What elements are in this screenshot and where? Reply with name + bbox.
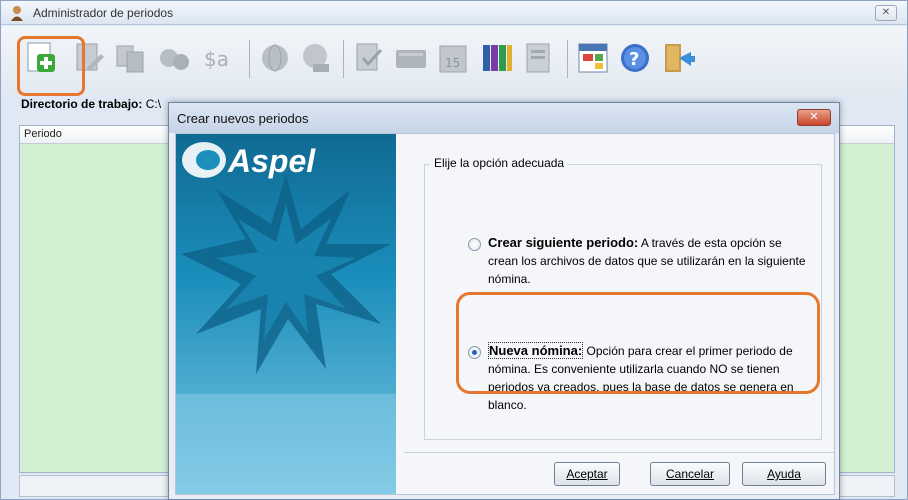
svg-text:15: 15 <box>445 56 460 70</box>
toolbar-separator <box>567 40 568 78</box>
brand-panel: Aspel <box>176 134 396 494</box>
accept-button[interactable]: Aceptar <box>554 462 620 486</box>
svg-text:$a: $a <box>204 47 229 71</box>
grid-icon[interactable] <box>575 40 611 76</box>
dialog-close-button[interactable]: ✕ <box>797 109 831 126</box>
copy-icon[interactable] <box>113 40 149 76</box>
globe2-icon[interactable] <box>299 40 335 76</box>
toolbar: $a 15 ? <box>1 26 907 96</box>
exit-icon[interactable] <box>659 40 695 76</box>
money-icon[interactable]: $a <box>201 40 237 76</box>
window-title: Administrador de periodos <box>33 6 174 20</box>
workdir-line: Directorio de trabajo: C:\ <box>21 97 161 111</box>
help-label: Ayuda <box>767 467 801 481</box>
dialog-title: Crear nuevos periodos <box>177 111 309 126</box>
option-siguiente-periodo[interactable]: Crear siguiente periodo: A través de est… <box>488 234 808 288</box>
radio-siguiente-periodo[interactable] <box>468 238 481 251</box>
window-close-button[interactable]: ✕ <box>875 5 897 21</box>
books-icon[interactable] <box>479 40 515 76</box>
accept-label: Aceptar <box>566 467 608 481</box>
calc-icon[interactable] <box>157 40 193 76</box>
calendar-icon[interactable]: 15 <box>435 40 471 76</box>
highlight-new-button <box>17 36 85 96</box>
workdir-label: Directorio de trabajo: <box>21 97 143 111</box>
aspel-logo: Aspel <box>182 142 316 179</box>
toolbar-separator <box>343 40 344 78</box>
cancel-button[interactable]: Cancelar <box>650 462 730 486</box>
globe-icon[interactable] <box>257 40 293 76</box>
help-icon[interactable]: ? <box>617 40 653 76</box>
workdir-value: C:\ <box>145 97 162 111</box>
main-titlebar: Administrador de periodos ✕ <box>1 1 907 25</box>
dialog-titlebar: Crear nuevos periodos ✕ <box>169 103 839 133</box>
doc-check-icon[interactable] <box>351 40 387 76</box>
app-user-icon <box>11 6 23 21</box>
starburst-graphic <box>176 174 396 494</box>
cancel-label: Cancelar <box>665 467 715 481</box>
keyboard-icon[interactable] <box>393 40 429 76</box>
help-button[interactable]: Ayuda <box>742 462 826 486</box>
svg-text:?: ? <box>629 49 639 70</box>
svg-text:Aspel: Aspel <box>227 143 316 179</box>
group-label: Elije la opción adecuada <box>430 156 569 170</box>
report-icon[interactable] <box>521 40 557 76</box>
option1-title: Crear siguiente periodo: <box>488 235 639 250</box>
footer-divider <box>404 452 834 453</box>
highlight-nueva-nomina <box>456 292 820 394</box>
toolbar-separator <box>249 40 250 78</box>
